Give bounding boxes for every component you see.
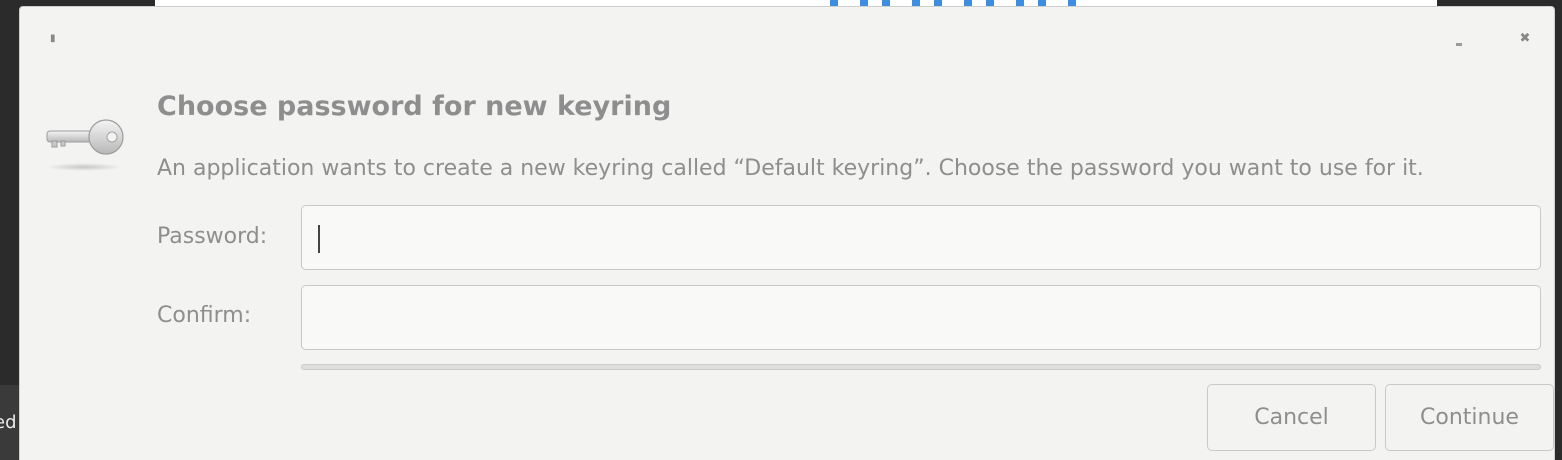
cancel-button[interactable]: Cancel xyxy=(1207,384,1376,451)
minimize-icon[interactable] xyxy=(1456,43,1462,46)
dialog-title: Choose password for new keyring xyxy=(157,91,672,122)
background-panel-text: ed xyxy=(0,412,17,433)
password-strength-bar xyxy=(301,364,1541,370)
password-label: Password: xyxy=(157,224,268,249)
keyring-password-dialog: ▮ ✖ Choose password for new keyring An a… xyxy=(19,6,1555,460)
password-field[interactable] xyxy=(301,205,1541,270)
continue-button[interactable]: Continue xyxy=(1385,384,1554,451)
close-icon[interactable]: ✖ xyxy=(1518,31,1532,47)
window-menu-icon[interactable]: ▮ xyxy=(50,34,56,44)
dialog-message: An application wants to create a new key… xyxy=(157,156,1424,181)
text-caret xyxy=(318,225,320,253)
confirm-label: Confirm: xyxy=(157,303,252,328)
keyring-key-icon xyxy=(46,119,124,171)
confirm-password-field[interactable] xyxy=(301,285,1541,350)
